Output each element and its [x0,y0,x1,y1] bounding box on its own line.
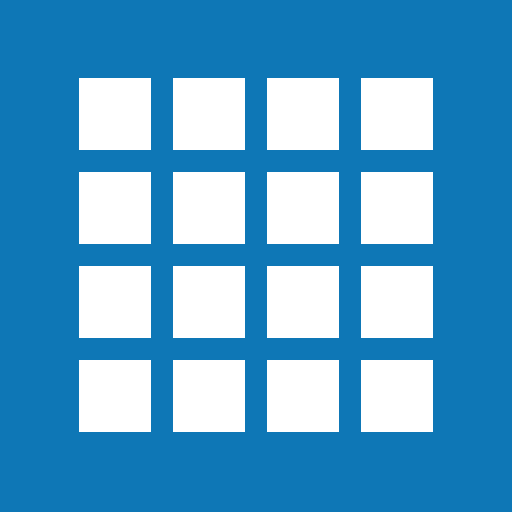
grid-tile [79,78,151,150]
grid-tile [361,360,433,432]
grid-tile [267,360,339,432]
grid-tile [79,172,151,244]
grid-tile [173,172,245,244]
grid-tile [173,266,245,338]
grid-tile [173,78,245,150]
grid-tile [267,172,339,244]
grid-tile [79,360,151,432]
grid-tile [267,266,339,338]
grid-app-icon [0,0,512,512]
grid-tile [361,172,433,244]
grid-tile [267,78,339,150]
grid-tile [361,78,433,150]
tile-grid [79,78,434,434]
grid-tile [173,360,245,432]
grid-tile [79,266,151,338]
grid-tile [361,266,433,338]
